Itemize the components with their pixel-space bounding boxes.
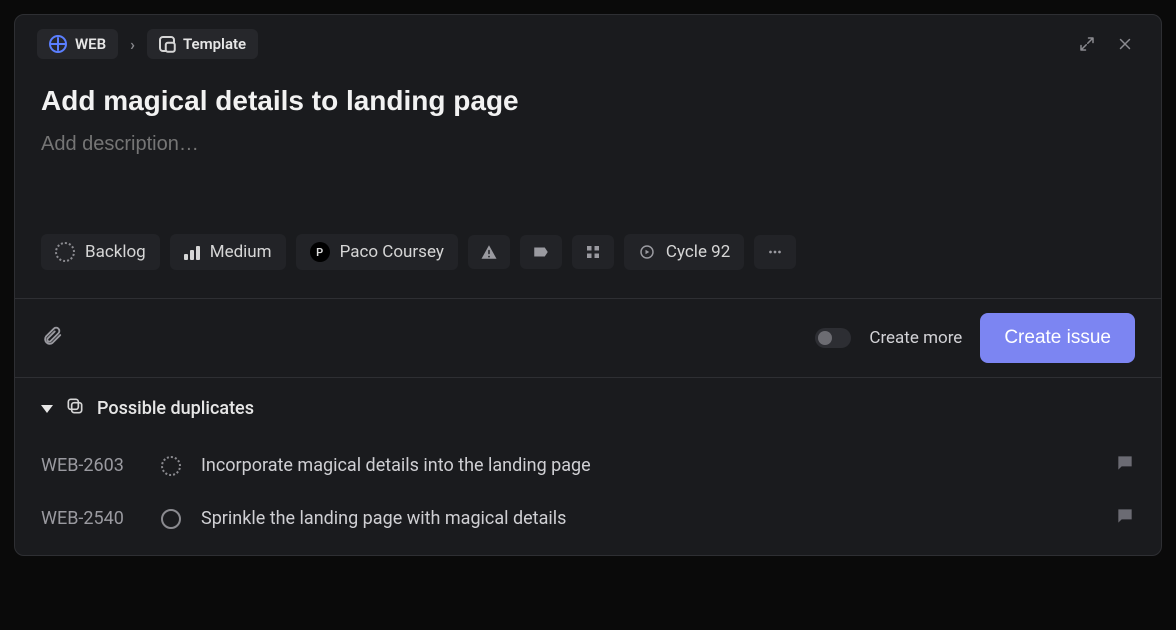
priority-medium-icon xyxy=(184,244,200,260)
globe-icon xyxy=(49,35,67,53)
priority-pill[interactable]: Medium xyxy=(170,234,286,270)
breadcrumb-template-label: Template xyxy=(183,35,246,53)
breadcrumb-project-label: WEB xyxy=(75,35,106,53)
expand-button[interactable] xyxy=(1073,30,1101,58)
modal-body: Backlog Medium P Paco Coursey xyxy=(15,67,1161,298)
expand-icon xyxy=(1078,35,1096,53)
duplicate-title: Sprinkle the landing page with magical d… xyxy=(201,508,1095,529)
project-pill[interactable] xyxy=(572,235,614,269)
duplicate-key: WEB-2540 xyxy=(41,508,141,529)
create-issue-modal: WEB › Template Backlog Medium xyxy=(14,14,1162,556)
triage-pill[interactable] xyxy=(468,235,510,269)
assignee-pill[interactable]: P Paco Coursey xyxy=(296,234,458,270)
duplicate-row[interactable]: WEB-2540 Sprinkle the landing page with … xyxy=(41,492,1135,545)
issue-title-input[interactable] xyxy=(41,85,1135,117)
create-more-label: Create more xyxy=(869,328,962,348)
comment-icon[interactable] xyxy=(1115,453,1135,478)
cycle-icon xyxy=(638,243,656,261)
breadcrumb-project[interactable]: WEB xyxy=(37,29,118,59)
label-pill[interactable] xyxy=(520,235,562,269)
cycle-label: Cycle 92 xyxy=(666,242,730,262)
more-properties-pill[interactable] xyxy=(754,235,796,269)
priority-label: Medium xyxy=(210,242,272,262)
status-backlog-icon xyxy=(161,456,181,476)
comment-icon[interactable] xyxy=(1115,506,1135,531)
issue-description-input[interactable] xyxy=(41,133,1135,156)
label-icon xyxy=(532,243,550,261)
duplicate-row[interactable]: WEB-2603 Incorporate magical details int… xyxy=(41,439,1135,492)
close-icon xyxy=(1116,35,1134,53)
modal-topbar: WEB › Template xyxy=(15,15,1161,67)
create-issue-button[interactable]: Create issue xyxy=(980,313,1135,363)
duplicates-header[interactable]: Possible duplicates xyxy=(41,396,1135,421)
triage-icon xyxy=(480,243,498,261)
duplicates-section: Possible duplicates WEB-2603 Incorporate… xyxy=(15,377,1161,555)
breadcrumb-template[interactable]: Template xyxy=(147,29,258,59)
status-todo-icon xyxy=(161,509,181,529)
duplicates-heading-label: Possible duplicates xyxy=(97,398,254,419)
assignee-name: Paco Coursey xyxy=(340,242,444,262)
attach-button[interactable] xyxy=(41,325,63,351)
duplicate-title: Incorporate magical details into the lan… xyxy=(201,455,1095,476)
cycle-pill[interactable]: Cycle 92 xyxy=(624,234,744,270)
close-button[interactable] xyxy=(1111,30,1139,58)
more-icon xyxy=(766,243,784,261)
modal-footer: Create more Create issue xyxy=(15,298,1161,377)
status-label: Backlog xyxy=(85,242,146,262)
duplicate-key: WEB-2603 xyxy=(41,455,141,476)
chevron-down-icon xyxy=(41,405,53,413)
create-more-toggle[interactable] xyxy=(815,328,851,348)
status-backlog-icon xyxy=(55,242,75,262)
duplicate-icon xyxy=(65,396,85,421)
property-pill-row: Backlog Medium P Paco Coursey xyxy=(41,234,1135,290)
assignee-avatar: P xyxy=(310,242,330,262)
template-icon xyxy=(159,36,175,52)
status-pill[interactable]: Backlog xyxy=(41,234,160,270)
grid-icon xyxy=(584,243,602,261)
breadcrumb-separator: › xyxy=(128,35,137,54)
